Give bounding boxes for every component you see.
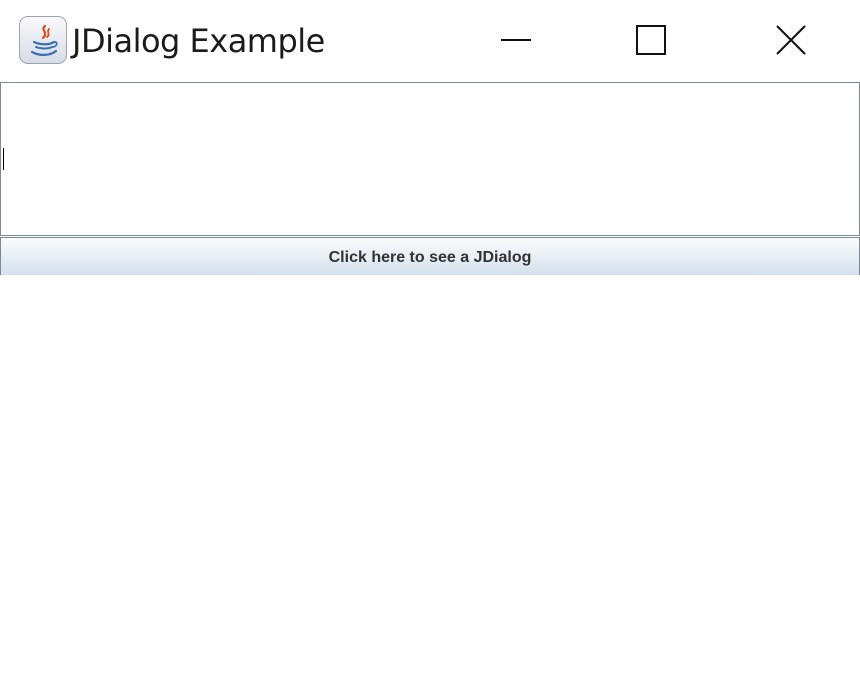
java-icon[interactable]	[19, 16, 67, 64]
text-area[interactable]	[0, 82, 860, 236]
window-title: JDialog Example	[72, 22, 325, 60]
close-button[interactable]	[744, 0, 838, 82]
minimize-button[interactable]	[469, 0, 563, 82]
maximize-icon	[636, 25, 666, 55]
content-pane	[0, 275, 860, 675]
title-bar[interactable]: JDialog Example	[0, 0, 860, 82]
minimize-icon	[501, 39, 531, 41]
text-caret	[3, 148, 4, 170]
main-window: JDialog Example Click here to see a JDia…	[0, 0, 860, 675]
show-jdialog-button[interactable]: Click here to see a JDialog	[0, 237, 860, 275]
close-icon	[776, 25, 806, 55]
maximize-button[interactable]	[604, 0, 698, 82]
